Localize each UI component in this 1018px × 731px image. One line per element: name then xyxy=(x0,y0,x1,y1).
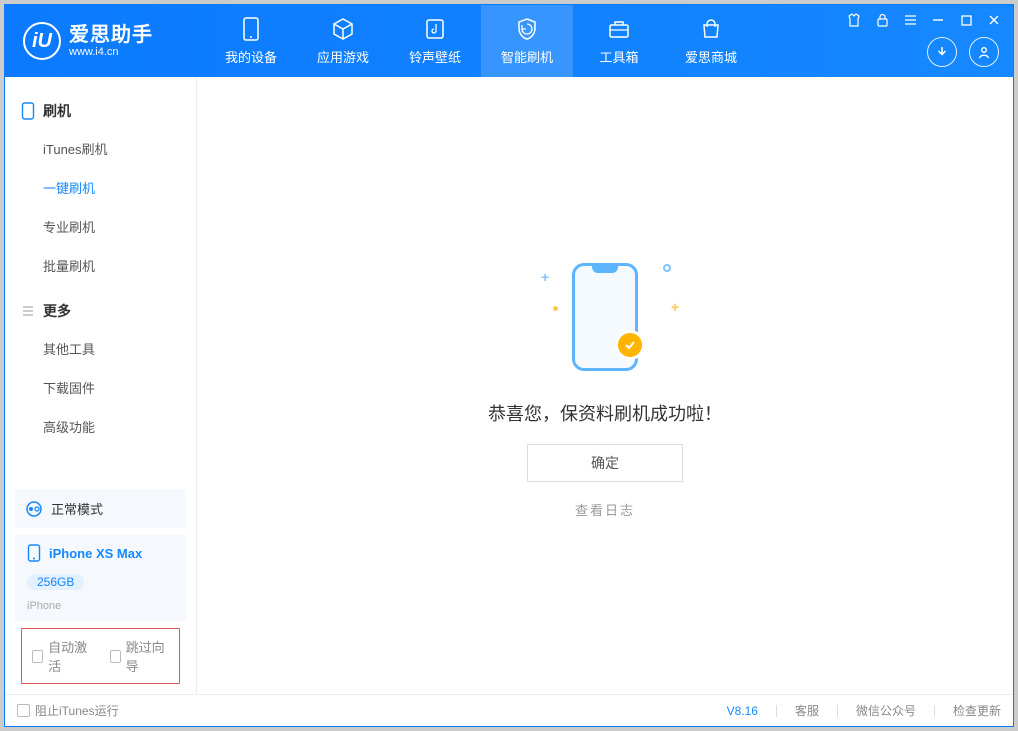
device-name: iPhone XS Max xyxy=(49,546,142,561)
sparkle-icon: + xyxy=(671,300,679,308)
device-type: iPhone xyxy=(27,600,61,612)
tab-toolbox[interactable]: 工具箱 xyxy=(573,5,665,77)
sidebar-item-pro-flash[interactable]: 专业刷机 xyxy=(43,207,196,246)
view-log-link[interactable]: 查看日志 xyxy=(575,500,635,519)
sidebar-more-items: 其他工具 下载固件 高级功能 xyxy=(5,329,196,446)
menu-icon[interactable] xyxy=(901,11,919,29)
mode-label: 正常模式 xyxy=(51,499,103,518)
minimize-icon[interactable] xyxy=(929,11,947,29)
device-card[interactable]: iPhone XS Max 256GB iPhone xyxy=(15,534,186,622)
body: 刷机 iTunes刷机 一键刷机 专业刷机 批量刷机 更多 其他工具 下载固件 … xyxy=(5,77,1013,694)
sparkle-icon: + xyxy=(541,270,549,278)
check-icon xyxy=(615,330,645,360)
maximize-icon[interactable] xyxy=(957,11,975,29)
app-window: iU 爱思助手 www.i4.cn 我的设备 应用游戏 铃声壁纸 智能刷机 xyxy=(4,4,1014,727)
sidebar-item-itunes-flash[interactable]: iTunes刷机 xyxy=(43,129,196,168)
checkbox-auto-activate[interactable]: 自动激活 xyxy=(32,637,92,675)
success-message: 恭喜您，保资料刷机成功啦！ xyxy=(488,400,722,426)
list-icon xyxy=(21,304,35,318)
logo-text: 爱思助手 www.i4.cn xyxy=(69,24,153,58)
sidebar-item-download-firmware[interactable]: 下载固件 xyxy=(43,368,196,407)
sidebar: 刷机 iTunes刷机 一键刷机 专业刷机 批量刷机 更多 其他工具 下载固件 … xyxy=(5,77,197,694)
phone-icon xyxy=(21,102,35,120)
sidebar-item-advanced[interactable]: 高级功能 xyxy=(43,407,196,446)
device-icon xyxy=(239,17,263,41)
app-name: 爱思助手 xyxy=(69,24,153,46)
window-controls xyxy=(845,11,1003,29)
user-icon[interactable] xyxy=(969,37,999,67)
close-icon[interactable] xyxy=(985,11,1003,29)
footer-link-update[interactable]: 检查更新 xyxy=(953,702,1001,719)
phone-illustration xyxy=(572,263,638,371)
sparkle-icon xyxy=(663,264,671,272)
sidebar-group-flash: 刷机 xyxy=(5,93,196,129)
sidebar-item-oneclick-flash[interactable]: 一键刷机 xyxy=(43,168,196,207)
sync-icon xyxy=(25,500,43,518)
activation-options: 自动激活 跳过向导 xyxy=(21,628,180,684)
header-actions xyxy=(927,37,999,67)
main-tabs: 我的设备 应用游戏 铃声壁纸 智能刷机 工具箱 爱思商城 xyxy=(205,5,757,77)
tab-ringtones-wallpapers[interactable]: 铃声壁纸 xyxy=(389,5,481,77)
confirm-button[interactable]: 确定 xyxy=(527,444,683,482)
footer-link-wechat[interactable]: 微信公众号 xyxy=(856,702,916,719)
group-title-label: 更多 xyxy=(43,301,71,321)
tab-label: 工具箱 xyxy=(599,47,638,66)
download-icon[interactable] xyxy=(927,37,957,67)
cube-icon xyxy=(331,17,355,41)
logo-icon: iU xyxy=(23,22,61,60)
tab-label: 爱思商城 xyxy=(685,47,737,66)
storage-badge: 256GB xyxy=(27,574,84,590)
group-title-label: 刷机 xyxy=(43,101,71,121)
tab-label: 铃声壁纸 xyxy=(409,47,461,66)
success-illustration: + + xyxy=(525,252,685,382)
cb-label: 自动激活 xyxy=(48,637,91,675)
shop-icon xyxy=(699,17,723,41)
tab-my-device[interactable]: 我的设备 xyxy=(205,5,297,77)
footer: 阻止iTunes运行 V8.16 客服 微信公众号 检查更新 xyxy=(5,694,1013,726)
sidebar-group-more: 更多 xyxy=(5,293,196,329)
sparkle-icon xyxy=(553,306,558,311)
toolbox-icon xyxy=(607,17,631,41)
phone-icon xyxy=(27,544,41,562)
lock-icon[interactable] xyxy=(873,11,891,29)
checkbox-block-itunes[interactable]: 阻止iTunes运行 xyxy=(17,702,119,719)
checkbox-skip-wizard[interactable]: 跳过向导 xyxy=(110,637,170,675)
cb-label: 阻止iTunes运行 xyxy=(35,702,119,719)
tab-label: 我的设备 xyxy=(225,47,277,66)
shield-icon xyxy=(515,17,539,41)
tab-label: 智能刷机 xyxy=(501,47,553,66)
mode-card[interactable]: 正常模式 xyxy=(15,489,186,528)
tab-label: 应用游戏 xyxy=(317,47,369,66)
cb-label: 跳过向导 xyxy=(126,637,169,675)
device-cards: 正常模式 iPhone XS Max 256GB iPhone 自动激活 跳过向… xyxy=(5,489,196,694)
version-label[interactable]: V8.16 xyxy=(727,704,758,718)
sidebar-item-other-tools[interactable]: 其他工具 xyxy=(43,329,196,368)
music-icon xyxy=(423,17,447,41)
tab-apps-games[interactable]: 应用游戏 xyxy=(297,5,389,77)
main-content: + + 恭喜您，保资料刷机成功啦！ 确定 查看日志 xyxy=(197,77,1013,694)
tab-shop[interactable]: 爱思商城 xyxy=(665,5,757,77)
footer-link-support[interactable]: 客服 xyxy=(795,702,819,719)
app-url: www.i4.cn xyxy=(69,46,153,58)
logo-block: iU 爱思助手 www.i4.cn xyxy=(5,22,205,60)
sidebar-flash-items: iTunes刷机 一键刷机 专业刷机 批量刷机 xyxy=(5,129,196,285)
sidebar-item-batch-flash[interactable]: 批量刷机 xyxy=(43,246,196,285)
shirt-icon[interactable] xyxy=(845,11,863,29)
tab-smart-flash[interactable]: 智能刷机 xyxy=(481,5,573,77)
header: iU 爱思助手 www.i4.cn 我的设备 应用游戏 铃声壁纸 智能刷机 xyxy=(5,5,1013,77)
